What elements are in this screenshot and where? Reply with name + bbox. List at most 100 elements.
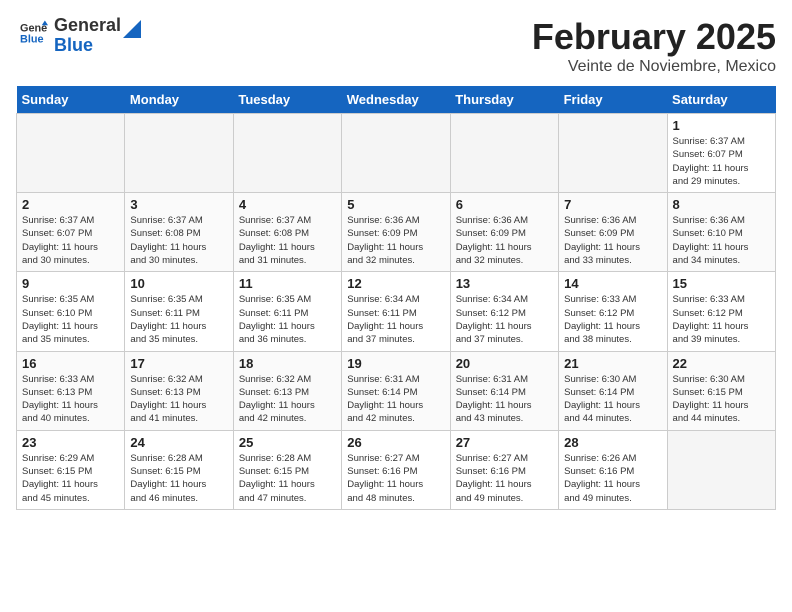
calendar-cell: 21 Sunrise: 6:30 AM Sunset: 6:14 PM Dayli…	[559, 351, 667, 430]
calendar-cell: 12Sunrise: 6:34 AM Sunset: 6:11 PM Dayli…	[342, 272, 450, 351]
day-number: 17	[130, 356, 227, 371]
day-info: Sunrise: 6:26 AM Sunset: 6:16 PM Dayligh…	[564, 452, 661, 505]
day-info: Sunrise: 6:34 AM Sunset: 6:11 PM Dayligh…	[347, 293, 444, 346]
day-number: 3	[130, 197, 227, 212]
calendar-cell: 23 Sunrise: 6:29 AM Sunset: 6:15 PM Dayli…	[17, 430, 125, 509]
day-info: Sunrise: 6:32 AM Sunset: 6:13 PM Dayligh…	[130, 373, 227, 426]
calendar-cell: 4Sunrise: 6:37 AM Sunset: 6:08 PM Daylig…	[233, 193, 341, 272]
calendar-cell: 13 Sunrise: 6:34 AM Sunset: 6:12 PM Dayli…	[450, 272, 558, 351]
calendar-cell: 2 Sunrise: 6:37 AM Sunset: 6:07 PM Daylig…	[17, 193, 125, 272]
day-info: Sunrise: 6:28 AM Sunset: 6:15 PM Dayligh…	[130, 452, 227, 505]
weekday-header-thursday: Thursday	[450, 86, 558, 114]
weekday-header-wednesday: Wednesday	[342, 86, 450, 114]
day-info: Sunrise: 6:34 AM Sunset: 6:12 PM Dayligh…	[456, 293, 553, 346]
calendar-cell: 15 Sunrise: 6:33 AM Sunset: 6:12 PM Dayli…	[667, 272, 775, 351]
calendar-cell	[233, 114, 341, 193]
calendar-cell: 7 Sunrise: 6:36 AM Sunset: 6:09 PM Daylig…	[559, 193, 667, 272]
calendar-cell: 27Sunrise: 6:27 AM Sunset: 6:16 PM Dayli…	[450, 430, 558, 509]
day-number: 27	[456, 435, 553, 450]
calendar-cell	[342, 114, 450, 193]
calendar-cell	[559, 114, 667, 193]
calendar-cell: 18 Sunrise: 6:32 AM Sunset: 6:13 PM Dayli…	[233, 351, 341, 430]
day-info: Sunrise: 6:36 AM Sunset: 6:10 PM Dayligh…	[673, 214, 770, 267]
day-number: 22	[673, 356, 770, 371]
calendar-cell	[125, 114, 233, 193]
day-number: 21	[564, 356, 661, 371]
day-info: Sunrise: 6:28 AM Sunset: 6:15 PM Dayligh…	[239, 452, 336, 505]
day-number: 11	[239, 276, 336, 291]
day-info: Sunrise: 6:32 AM Sunset: 6:13 PM Dayligh…	[239, 373, 336, 426]
day-info: Sunrise: 6:33 AM Sunset: 6:12 PM Dayligh…	[564, 293, 661, 346]
calendar-cell	[17, 114, 125, 193]
day-number: 25	[239, 435, 336, 450]
calendar-table: SundayMondayTuesdayWednesdayThursdayFrid…	[16, 86, 776, 510]
day-number: 13	[456, 276, 553, 291]
week-row-3: 9 Sunrise: 6:35 AM Sunset: 6:10 PM Daylig…	[17, 272, 776, 351]
week-row-2: 2 Sunrise: 6:37 AM Sunset: 6:07 PM Daylig…	[17, 193, 776, 272]
day-number: 7	[564, 197, 661, 212]
day-info: Sunrise: 6:36 AM Sunset: 6:09 PM Dayligh…	[347, 214, 444, 267]
day-info: Sunrise: 6:35 AM Sunset: 6:10 PM Dayligh…	[22, 293, 119, 346]
week-row-4: 16 Sunrise: 6:33 AM Sunset: 6:13 PM Dayli…	[17, 351, 776, 430]
day-number: 9	[22, 276, 119, 291]
day-number: 14	[564, 276, 661, 291]
day-info: Sunrise: 6:27 AM Sunset: 6:16 PM Dayligh…	[347, 452, 444, 505]
calendar-cell: 1 Sunrise: 6:37 AM Sunset: 6:07 PM Daylig…	[667, 114, 775, 193]
weekday-header-friday: Friday	[559, 86, 667, 114]
calendar-cell: 11 Sunrise: 6:35 AM Sunset: 6:11 PM Dayli…	[233, 272, 341, 351]
calendar-cell: 20 Sunrise: 6:31 AM Sunset: 6:14 PM Dayli…	[450, 351, 558, 430]
logo-general: General	[54, 16, 121, 36]
day-number: 26	[347, 435, 444, 450]
day-info: Sunrise: 6:37 AM Sunset: 6:07 PM Dayligh…	[22, 214, 119, 267]
weekday-header-monday: Monday	[125, 86, 233, 114]
day-number: 28	[564, 435, 661, 450]
month-title: February 2025	[532, 16, 776, 58]
day-info: Sunrise: 6:33 AM Sunset: 6:13 PM Dayligh…	[22, 373, 119, 426]
day-info: Sunrise: 6:30 AM Sunset: 6:14 PM Dayligh…	[564, 373, 661, 426]
day-info: Sunrise: 6:35 AM Sunset: 6:11 PM Dayligh…	[239, 293, 336, 346]
calendar-cell: 26 Sunrise: 6:27 AM Sunset: 6:16 PM Dayli…	[342, 430, 450, 509]
calendar-cell: 25 Sunrise: 6:28 AM Sunset: 6:15 PM Dayli…	[233, 430, 341, 509]
day-info: Sunrise: 6:29 AM Sunset: 6:15 PM Dayligh…	[22, 452, 119, 505]
logo-icon: General Blue	[20, 19, 48, 47]
day-number: 15	[673, 276, 770, 291]
calendar-cell: 3 Sunrise: 6:37 AM Sunset: 6:08 PM Daylig…	[125, 193, 233, 272]
calendar-cell	[450, 114, 558, 193]
calendar-cell: 17 Sunrise: 6:32 AM Sunset: 6:13 PM Dayli…	[125, 351, 233, 430]
calendar-cell: 6 Sunrise: 6:36 AM Sunset: 6:09 PM Daylig…	[450, 193, 558, 272]
day-info: Sunrise: 6:37 AM Sunset: 6:08 PM Dayligh…	[239, 214, 336, 267]
calendar-cell: 9 Sunrise: 6:35 AM Sunset: 6:10 PM Daylig…	[17, 272, 125, 351]
day-info: Sunrise: 6:31 AM Sunset: 6:14 PM Dayligh…	[456, 373, 553, 426]
svg-text:Blue: Blue	[20, 34, 44, 46]
day-info: Sunrise: 6:37 AM Sunset: 6:08 PM Dayligh…	[130, 214, 227, 267]
logo-blue: Blue	[54, 36, 121, 56]
day-number: 16	[22, 356, 119, 371]
day-number: 8	[673, 197, 770, 212]
day-number: 6	[456, 197, 553, 212]
calendar-cell: 14 Sunrise: 6:33 AM Sunset: 6:12 PM Dayli…	[559, 272, 667, 351]
calendar-cell: 24Sunrise: 6:28 AM Sunset: 6:15 PM Dayli…	[125, 430, 233, 509]
title-area: February 2025 Veinte de Noviembre, Mexic…	[532, 16, 776, 76]
calendar-cell: 8 Sunrise: 6:36 AM Sunset: 6:10 PM Daylig…	[667, 193, 775, 272]
weekday-header-saturday: Saturday	[667, 86, 775, 114]
day-number: 5	[347, 197, 444, 212]
day-info: Sunrise: 6:33 AM Sunset: 6:12 PM Dayligh…	[673, 293, 770, 346]
day-info: Sunrise: 6:37 AM Sunset: 6:07 PM Dayligh…	[673, 135, 770, 188]
day-number: 1	[673, 118, 770, 133]
day-number: 20	[456, 356, 553, 371]
day-number: 18	[239, 356, 336, 371]
week-row-5: 23 Sunrise: 6:29 AM Sunset: 6:15 PM Dayli…	[17, 430, 776, 509]
day-number: 19	[347, 356, 444, 371]
day-number: 23	[22, 435, 119, 450]
calendar-cell: 28 Sunrise: 6:26 AM Sunset: 6:16 PM Dayli…	[559, 430, 667, 509]
day-info: Sunrise: 6:30 AM Sunset: 6:15 PM Dayligh…	[673, 373, 770, 426]
day-info: Sunrise: 6:36 AM Sunset: 6:09 PM Dayligh…	[456, 214, 553, 267]
calendar-cell: 5 Sunrise: 6:36 AM Sunset: 6:09 PM Daylig…	[342, 193, 450, 272]
calendar-cell: 10Sunrise: 6:35 AM Sunset: 6:11 PM Dayli…	[125, 272, 233, 351]
location-title: Veinte de Noviembre, Mexico	[532, 58, 776, 76]
calendar-cell	[667, 430, 775, 509]
logo-triangle-icon	[123, 20, 141, 38]
day-info: Sunrise: 6:36 AM Sunset: 6:09 PM Dayligh…	[564, 214, 661, 267]
day-number: 10	[130, 276, 227, 291]
day-number: 2	[22, 197, 119, 212]
